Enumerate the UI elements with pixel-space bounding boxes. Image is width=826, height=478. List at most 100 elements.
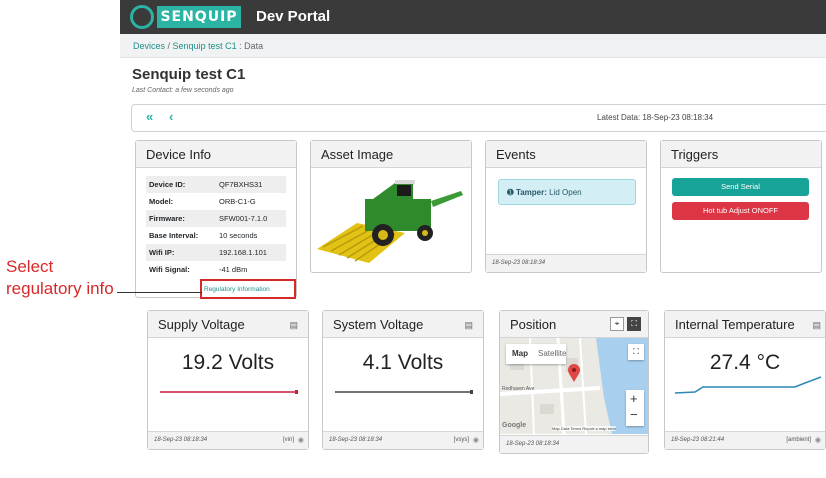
annotation-pointer-line (117, 292, 202, 293)
row-value: -41 dBm (219, 265, 248, 274)
internal-temperature-value: 27.4 °C (709, 351, 781, 374)
regulatory-information-link[interactable]: Regulatory Information (204, 286, 270, 293)
table-row: Wifi IP: 192.168.1.101 (146, 244, 286, 261)
system-voltage-value: 4.1 Volts (362, 351, 444, 374)
google-logo: Google (502, 422, 527, 429)
table-row: Base Interval: 10 seconds (146, 227, 286, 244)
card-header: Triggers (661, 141, 821, 168)
eye-icon[interactable]: ◉ (473, 436, 479, 444)
row-value: QF7BXHS31 (216, 176, 286, 193)
row-value: 192.168.1.101 (216, 244, 286, 261)
card-title: Device Info (146, 147, 212, 162)
map-type-control: Map Satellite (506, 344, 566, 364)
map-tab[interactable]: Map (512, 349, 528, 358)
street-label: Redhaven Ave (502, 386, 535, 392)
device-info-table: Device ID: QF7BXHS31 Model: ORB-C1-G Firmw… (146, 176, 286, 278)
card-header: Asset Image (311, 141, 471, 168)
latest-data-label: Latest Data: 18-Sep-23 08:18:34 (597, 113, 714, 122)
card-title: Events (496, 147, 536, 162)
event-timestamp: 18-Sep-23 08:18:34 (492, 260, 546, 266)
position-card: Position ⌖ ⛶ Map Satellite ⛶ Redhaven Av… (499, 310, 649, 454)
row-value: 10 seconds (219, 231, 258, 240)
page-title: Senquip test C1 (132, 66, 246, 83)
send-serial-button[interactable]: Send Serial (672, 178, 809, 196)
alert-text: Lid Open (549, 188, 582, 197)
table-row: Model: ORB-C1-G (146, 193, 286, 210)
card-header: Position ⌖ ⛶ (500, 311, 648, 338)
data-navigation-bar (131, 104, 826, 132)
card-header: Internal Temperature ▤ (665, 311, 825, 338)
row-key: Model: (149, 197, 174, 206)
card-footer: 18-Sep-23 08:21:44 [ambient] ◉ (665, 431, 825, 449)
info-icon: ➊ (507, 188, 514, 197)
card-title: Triggers (671, 147, 719, 162)
supply-voltage-value: 19.2 Volts (181, 351, 275, 374)
satellite-tab[interactable]: Satellite (538, 349, 566, 358)
hot-tub-adjust-button[interactable]: Hot tub Adjust ONOFF (672, 202, 809, 220)
last-contact: Last Contact: a few seconds ago (132, 87, 234, 94)
first-page-button[interactable]: « (146, 109, 153, 124)
system-voltage-card: System Voltage ▤ 4.1 Volts 18-Sep-23 08:… (322, 310, 484, 450)
card-footer: 18-Sep-23 08:18:34 (500, 435, 648, 453)
chart-icon[interactable]: ▤ (289, 320, 298, 331)
row-key: Wifi IP: (146, 244, 216, 261)
eye-icon[interactable]: ◉ (815, 436, 821, 444)
table-row: Device ID: QF7BXHS31 (146, 176, 286, 193)
device-info-card: Device Info Device ID: QF7BXHS31 Model: OR… (135, 140, 297, 298)
breadcrumb-devices[interactable]: Devices (133, 41, 165, 51)
card-title: Internal Temperature (675, 317, 795, 332)
combine-harvester-image (317, 180, 463, 263)
breadcrumb-device[interactable]: Senquip test C1 (173, 41, 237, 51)
row-key: Device ID: (146, 176, 216, 193)
card-title: Asset Image (321, 147, 394, 162)
reading-timestamp: 18-Sep-23 08:18:34 (154, 437, 208, 443)
triggers-card: Triggers Send Serial Hot tub Adjust ONOF… (660, 140, 822, 273)
fullscreen-icon[interactable]: ⛶ (627, 317, 641, 331)
annotation-callout: Select regulatory info (6, 257, 114, 298)
reading-tag: [vin] (282, 437, 294, 443)
card-footer: 18-Sep-23 08:18:34 [vin] ◉ (148, 431, 308, 449)
eye-icon[interactable]: ◉ (298, 436, 304, 444)
card-header: System Voltage ▤ (323, 311, 483, 338)
card-header: Device Info (136, 141, 296, 168)
reading-tag: [ambient] (786, 437, 811, 443)
reading-timestamp: 18-Sep-23 08:18:34 (329, 437, 383, 443)
tamper-event-alert[interactable]: ➊ Tamper: Lid Open (498, 179, 636, 205)
chart-icon[interactable]: ▤ (464, 320, 473, 331)
table-row: Firmware: SFW001-7.1.0 (146, 210, 286, 227)
row-value: ORB-C1-G (219, 197, 256, 206)
reading-tag: [vsys] (453, 437, 469, 443)
map-attribution[interactable]: Map Data Terms Report a map error (552, 426, 617, 431)
position-map[interactable]: Map Satellite ⛶ Redhaven Ave + − Google … (500, 338, 648, 434)
supply-voltage-sparkline (160, 390, 298, 394)
card-header: Events (486, 141, 646, 168)
chart-icon[interactable]: ▤ (812, 320, 821, 331)
zoom-in-button[interactable]: + (630, 391, 638, 406)
breadcrumb: Devices / Senquip test C1 : Data (133, 41, 263, 51)
portal-title[interactable]: Dev Portal (256, 8, 330, 25)
zoom-out-button[interactable]: − (630, 407, 638, 422)
brand-logo[interactable]: SENQUIP (157, 6, 241, 28)
row-key: Firmware: (146, 210, 216, 227)
row-key: Wifi Signal: (149, 265, 190, 274)
senquip-logo-icon (130, 5, 154, 29)
system-voltage-sparkline (335, 390, 473, 394)
table-row: Wifi Signal: -41 dBm (146, 261, 286, 278)
location-icon[interactable]: ⌖ (610, 317, 624, 331)
card-title: Supply Voltage (158, 317, 245, 332)
asset-image-card: Asset Image (310, 140, 472, 273)
card-header: Supply Voltage ▤ (148, 311, 308, 338)
reading-timestamp: 18-Sep-23 08:21:44 (671, 437, 725, 443)
map-fullscreen-icon[interactable]: ⛶ (628, 344, 644, 360)
previous-page-button[interactable]: ‹ (169, 109, 173, 124)
card-title: System Voltage (333, 317, 424, 332)
map-marker-icon[interactable] (568, 364, 580, 382)
breadcrumb-current: : Data (236, 41, 264, 51)
row-key: Base Interval: (149, 231, 199, 240)
alert-label: Tamper: (515, 188, 547, 197)
card-footer: 18-Sep-23 08:18:34 [vsys] ◉ (323, 431, 483, 449)
card-title: Position (510, 317, 557, 332)
internal-temperature-card: Internal Temperature ▤ 27.4 °C 18-Sep-23… (664, 310, 826, 450)
events-card: Events ➊ Tamper: Lid Open 18-Sep-23 08:1… (485, 140, 647, 273)
map-zoom-control: + − (626, 390, 644, 426)
